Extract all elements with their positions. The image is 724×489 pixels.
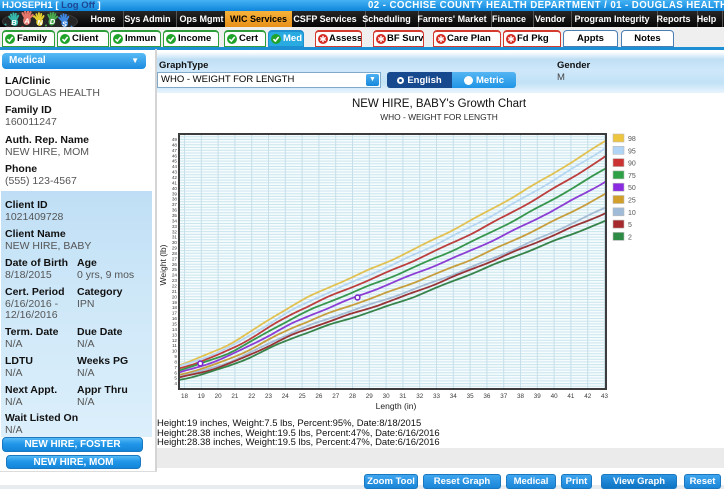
svg-text:46: 46 [172, 153, 178, 158]
svg-text:40: 40 [551, 393, 559, 400]
svg-text:24: 24 [172, 273, 178, 278]
svg-text:31: 31 [172, 235, 178, 240]
svg-text:10: 10 [172, 349, 178, 354]
svg-text:39: 39 [534, 393, 542, 400]
svg-text:42: 42 [172, 175, 178, 180]
svg-text:33: 33 [433, 393, 441, 400]
svg-text:15: 15 [172, 322, 178, 327]
svg-text:34: 34 [450, 393, 458, 400]
svg-text:14: 14 [172, 327, 178, 332]
svg-text:9: 9 [174, 354, 177, 359]
svg-text:25: 25 [628, 198, 636, 205]
svg-text:44: 44 [172, 164, 178, 169]
svg-text:42: 42 [584, 393, 592, 400]
svg-text:27: 27 [332, 393, 340, 400]
svg-text:4: 4 [174, 381, 177, 386]
svg-text:48: 48 [172, 143, 178, 148]
svg-text:11: 11 [172, 343, 177, 348]
svg-text:25: 25 [299, 393, 307, 400]
svg-text:20: 20 [215, 393, 223, 400]
svg-text:37: 37 [172, 202, 178, 207]
svg-text:D: D [50, 17, 56, 26]
svg-text:6: 6 [174, 370, 177, 375]
svg-text:32: 32 [416, 393, 424, 400]
svg-text:22: 22 [248, 393, 256, 400]
svg-text:NEW HIRE, BABY's Growth Chart: NEW HIRE, BABY's Growth Chart [352, 98, 527, 110]
svg-text:98: 98 [628, 136, 636, 143]
svg-text:37: 37 [500, 393, 508, 400]
svg-text:75: 75 [628, 173, 636, 180]
svg-text:50: 50 [628, 185, 636, 192]
svg-text:20: 20 [172, 294, 178, 299]
svg-text:35: 35 [172, 213, 178, 218]
svg-text:90: 90 [628, 161, 636, 168]
svg-text:36: 36 [172, 208, 178, 213]
svg-text:7: 7 [174, 365, 177, 370]
svg-text:5: 5 [628, 222, 632, 229]
svg-text:16: 16 [172, 316, 178, 321]
svg-text:38: 38 [172, 197, 178, 202]
svg-text:27: 27 [172, 256, 178, 261]
svg-text:N: N [37, 18, 43, 27]
svg-text:29: 29 [366, 393, 374, 400]
svg-text:19: 19 [198, 393, 206, 400]
svg-text:21: 21 [172, 289, 178, 294]
svg-text:36: 36 [483, 393, 491, 400]
svg-text:32: 32 [172, 229, 178, 234]
svg-text:31: 31 [399, 393, 407, 400]
svg-text:12: 12 [172, 338, 178, 343]
svg-text:21: 21 [231, 393, 239, 400]
svg-text:25: 25 [172, 267, 178, 272]
svg-text:41: 41 [172, 180, 178, 185]
svg-text:34: 34 [172, 218, 178, 223]
svg-text:B: B [11, 18, 17, 27]
svg-text:33: 33 [172, 224, 178, 229]
svg-text:18: 18 [172, 305, 178, 310]
svg-text:30: 30 [383, 393, 391, 400]
svg-text:Weight (lb): Weight (lb) [158, 244, 168, 285]
svg-text:22: 22 [172, 284, 178, 289]
svg-text:13: 13 [172, 332, 178, 337]
svg-text:8: 8 [174, 360, 177, 365]
svg-text:43: 43 [172, 170, 178, 175]
svg-text:2: 2 [628, 234, 632, 241]
svg-text:39: 39 [172, 191, 178, 196]
svg-text:10: 10 [628, 210, 636, 217]
svg-text:26: 26 [315, 393, 323, 400]
svg-text:47: 47 [172, 148, 178, 153]
svg-text:WHO - WEIGHT FOR LENGTH: WHO - WEIGHT FOR LENGTH [380, 112, 498, 122]
svg-text:43: 43 [601, 393, 609, 400]
svg-text:28: 28 [349, 393, 357, 400]
svg-text:45: 45 [172, 159, 178, 164]
svg-text:18: 18 [181, 393, 189, 400]
svg-text:40: 40 [172, 186, 178, 191]
svg-text:5: 5 [174, 376, 177, 381]
svg-text:41: 41 [567, 393, 575, 400]
svg-text:23: 23 [172, 278, 178, 283]
svg-text:29: 29 [172, 246, 178, 251]
svg-text:19: 19 [172, 300, 178, 305]
svg-text:17: 17 [172, 311, 178, 316]
svg-text:49: 49 [172, 137, 178, 142]
svg-text:Length (in): Length (in) [376, 401, 417, 411]
svg-text:28: 28 [172, 251, 178, 256]
svg-text:24: 24 [282, 393, 290, 400]
svg-text:23: 23 [265, 393, 273, 400]
svg-text:95: 95 [628, 148, 636, 155]
svg-text:A: A [23, 16, 29, 25]
svg-text:38: 38 [517, 393, 525, 400]
svg-text:30: 30 [172, 240, 178, 245]
svg-text:35: 35 [467, 393, 475, 400]
svg-text:26: 26 [172, 262, 178, 267]
